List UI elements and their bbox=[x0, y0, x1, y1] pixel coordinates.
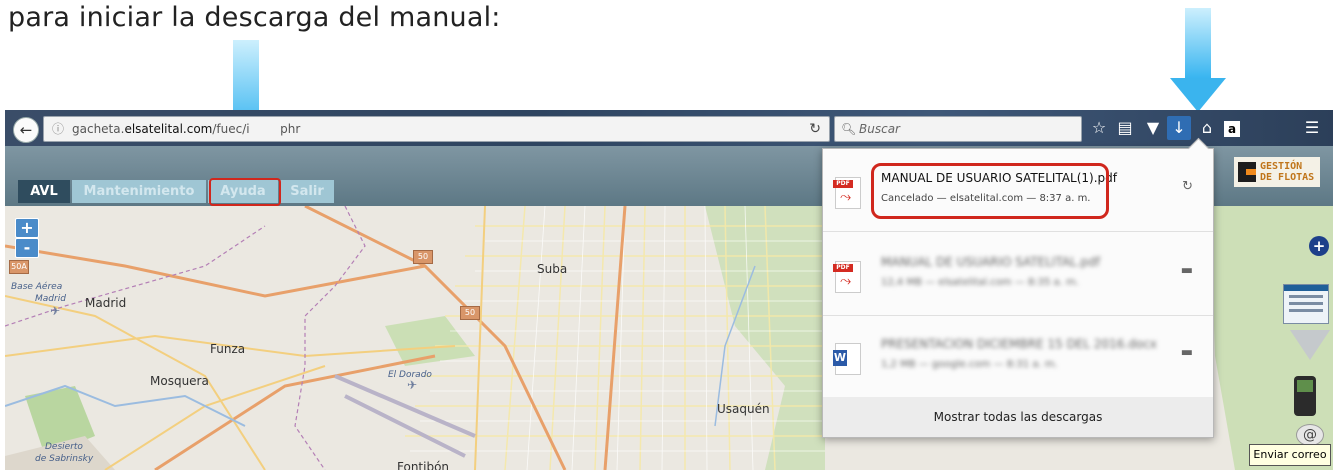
tab-avl[interactable]: AVL bbox=[18, 180, 70, 203]
url-text: gacheta.elsatelital.com/fuec/i phr bbox=[72, 122, 301, 136]
download-highlight bbox=[871, 163, 1109, 219]
download-filename: PRESENTACION DICIEMBRE 15 DEL 2016.docx bbox=[881, 337, 1157, 351]
arrow-to-downloads bbox=[1170, 8, 1226, 112]
tab-salir[interactable]: Salir bbox=[280, 180, 334, 203]
ayuda-highlight bbox=[209, 178, 281, 206]
route-shield: 50 bbox=[413, 250, 433, 264]
logo-text-1: GESTIÓN bbox=[1260, 161, 1303, 172]
download-item[interactable]: W PRESENTACION DICIEMBRE 15 DEL 2016.doc… bbox=[823, 315, 1213, 398]
map-label: Desierto bbox=[45, 442, 83, 452]
word-file-icon: W bbox=[833, 343, 861, 375]
download-status: 1,2 MB — google.com — 8:31 a. m. bbox=[881, 359, 1058, 370]
download-item[interactable]: PDF ⤳ MANUAL DE USUARIO SATELITAL.pdf 12,… bbox=[823, 233, 1213, 316]
folder-icon[interactable]: ▬ bbox=[1181, 345, 1193, 360]
map-label: Madrid bbox=[35, 294, 66, 304]
list-panel-icon[interactable] bbox=[1283, 284, 1329, 324]
download-filename: MANUAL DE USUARIO SATELITAL.pdf bbox=[881, 255, 1101, 269]
search-icon: 🔍︎ bbox=[841, 122, 857, 136]
download-arrow-icon: ↓ bbox=[1172, 118, 1186, 137]
map-label: Usaquén bbox=[717, 402, 770, 416]
search-placeholder: Buscar bbox=[859, 122, 900, 136]
pdf-file-icon: PDF ⤳ bbox=[833, 177, 861, 209]
back-button[interactable]: ← bbox=[13, 117, 39, 143]
pdf-file-icon: PDF ⤳ bbox=[833, 261, 861, 293]
route-shield: 50A bbox=[9, 260, 29, 274]
logo-mark-icon bbox=[1238, 162, 1256, 182]
logo-text-2: DE FLOTAS bbox=[1260, 172, 1315, 183]
retry-icon[interactable]: ↻ bbox=[1182, 179, 1193, 194]
back-arrow-icon: ← bbox=[19, 121, 33, 139]
pocket-icon[interactable]: ▼ bbox=[1141, 116, 1165, 140]
map-label: Fontibón bbox=[397, 460, 450, 470]
airport-icon: ✈ bbox=[50, 304, 61, 318]
reading-list-icon[interactable]: ▤ bbox=[1113, 116, 1137, 140]
address-bar[interactable]: ⓘ gacheta.elsatelital.com/fuec/i phr ↻ bbox=[43, 116, 830, 142]
email-icon[interactable]: @ bbox=[1296, 424, 1324, 446]
folder-icon[interactable]: ▬ bbox=[1181, 263, 1193, 278]
map-label: de Sabrinsky bbox=[35, 454, 94, 464]
instruction-caption: para iniciar la descarga del manual: bbox=[8, 2, 501, 33]
zoom-in-button[interactable]: + bbox=[15, 218, 39, 238]
airport-icon: ✈ bbox=[407, 378, 418, 392]
tab-mantenimiento[interactable]: Mantenimiento bbox=[72, 180, 206, 203]
route-shield: 50 bbox=[460, 306, 480, 320]
download-status: 12,4 MB — elsatelital.com — 8:35 a. m. bbox=[881, 277, 1079, 288]
downloads-button[interactable]: ↓ bbox=[1167, 116, 1191, 140]
info-icon: ⓘ bbox=[52, 122, 65, 136]
search-input[interactable]: 🔍︎ Buscar bbox=[834, 116, 1082, 142]
map-label: Suba bbox=[537, 262, 568, 276]
company-logo: GESTIÓN DE FLOTAS bbox=[1234, 157, 1320, 187]
add-layer-icon[interactable]: + bbox=[1309, 236, 1329, 256]
bookmark-star-icon[interactable]: ☆ bbox=[1087, 116, 1111, 140]
phone-icon[interactable] bbox=[1294, 376, 1316, 416]
menu-icon[interactable]: ☰ bbox=[1300, 116, 1324, 140]
tooltip-enviar-correo: Enviar correo bbox=[1249, 444, 1331, 466]
show-all-downloads-button[interactable]: Mostrar todas las descargas bbox=[823, 397, 1213, 437]
amazon-icon[interactable]: a bbox=[1220, 116, 1244, 140]
map-label: Mosquera bbox=[150, 374, 209, 388]
map-label: Funza bbox=[210, 342, 246, 356]
downloads-panel: PDF ⤳ MANUAL DE USUARIO SATELITAL(1).pdf … bbox=[822, 137, 1214, 438]
filter-funnel-icon[interactable] bbox=[1290, 330, 1330, 360]
map-label: Madrid bbox=[85, 296, 127, 310]
map-label: Base Aérea bbox=[11, 282, 63, 292]
home-icon[interactable]: ⌂ bbox=[1195, 116, 1219, 140]
reload-icon[interactable]: ↻ bbox=[809, 117, 821, 141]
browser-toolbar: ← ⓘ gacheta.elsatelital.com/fuec/i phr ↻… bbox=[5, 110, 1333, 146]
zoom-out-button[interactable]: - bbox=[15, 238, 39, 258]
